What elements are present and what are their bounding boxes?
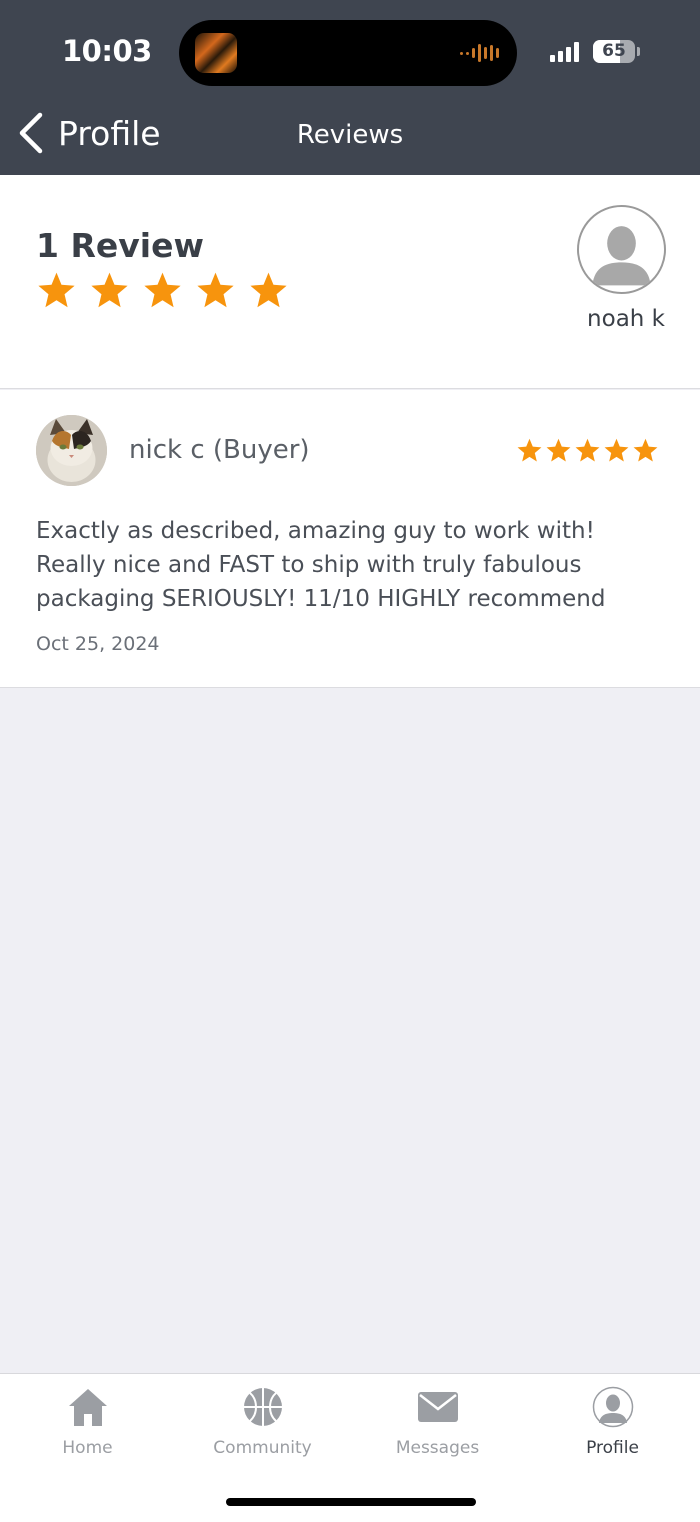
home-icon (69, 1389, 107, 1426)
cellular-signal-icon (550, 40, 579, 62)
review-card: nick c (Buyer) Exactly as described, ama… (0, 390, 700, 688)
now-playing-artwork (195, 33, 237, 73)
star-icon (604, 438, 629, 462)
star-icon (38, 272, 75, 308)
review-count: 1 Review (36, 226, 204, 265)
cat-photo (36, 415, 107, 486)
review-rating (516, 437, 659, 464)
battery-icon: 65 (593, 40, 635, 63)
battery-nub (637, 47, 640, 56)
star-icon (575, 438, 600, 462)
profile-icon (592, 1386, 634, 1428)
tab-messages[interactable]: Messages (350, 1374, 525, 1474)
seller-avatar[interactable] (577, 205, 666, 294)
star-icon (197, 272, 234, 308)
tab-profile[interactable]: Profile (525, 1374, 700, 1474)
review-summary: 1 Review noah k (0, 175, 700, 389)
tab-messages-label: Messages (395, 1438, 480, 1458)
star-icon (633, 438, 658, 462)
summary-rating (36, 270, 289, 311)
star-icon (144, 272, 181, 308)
battery-level: 65 (602, 41, 626, 61)
star-icon (517, 438, 542, 462)
audio-waveform-icon (460, 42, 499, 64)
star-icon (546, 438, 571, 462)
tab-home[interactable]: Home (0, 1374, 175, 1474)
page-title: Reviews (296, 120, 404, 150)
tab-community[interactable]: Community (175, 1374, 350, 1474)
star-icon (91, 272, 128, 308)
tab-bar: Home Community Messages Profile (0, 1373, 700, 1522)
review-text: Exactly as described, amazing guy to wor… (36, 518, 606, 612)
reviewer-name[interactable]: nick c (Buyer) (129, 435, 310, 465)
review-date: Oct 25, 2024 (36, 633, 160, 655)
tab-profile-label: Profile (586, 1438, 639, 1458)
seller-name[interactable]: noah k (587, 306, 665, 332)
status-time: 10:03 (62, 34, 152, 68)
home-indicator[interactable] (226, 1498, 476, 1506)
person-placeholder-icon (592, 226, 651, 286)
tab-community-label: Community (213, 1438, 312, 1458)
mail-icon (418, 1392, 458, 1422)
star-icon (250, 272, 287, 308)
basketball-icon (244, 1388, 282, 1426)
dynamic-island[interactable] (179, 20, 517, 86)
tab-home-label: Home (62, 1438, 113, 1458)
header: 10:03 65 Profile Reviews (0, 0, 700, 175)
reviewer-avatar[interactable] (36, 415, 107, 486)
